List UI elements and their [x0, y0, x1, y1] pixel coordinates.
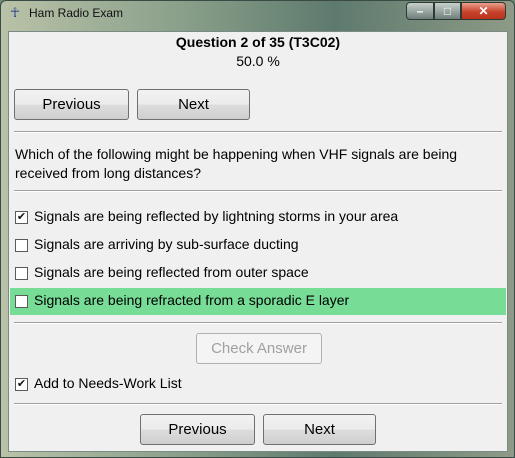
answer-option-1[interactable]: ✔ Signals are being reflected by lightni… [10, 204, 506, 231]
next-button-top[interactable]: Next [137, 89, 250, 120]
close-button[interactable]: ✕ [461, 2, 506, 20]
checkbox[interactable]: ✔ [15, 211, 28, 224]
answer-label: Signals are being refracted from a spora… [34, 292, 350, 308]
needs-work-label: Add to Needs-Work List [34, 375, 182, 391]
answer-label: Signals are being reflected from outer s… [34, 264, 309, 280]
checkbox[interactable] [15, 239, 28, 252]
check-answer-button[interactable]: Check Answer [196, 333, 322, 364]
app-window: ☥ Ham Radio Exam – □ ✕ Question 2 of 35 … [0, 0, 515, 458]
answer-option-3[interactable]: Signals are being reflected from outer s… [10, 260, 506, 287]
answer-label: Signals are arriving by sub-surface duct… [34, 236, 299, 252]
checkbox[interactable]: ✔ [15, 378, 28, 391]
score-percent: 50.0 % [236, 53, 280, 69]
divider [14, 403, 502, 405]
needs-work-option[interactable]: ✔ Add to Needs-Work List [10, 371, 506, 398]
title-bar[interactable]: ☥ Ham Radio Exam – □ ✕ [1, 1, 514, 25]
main-panel: Question 2 of 35 (T3C02) 50.0 % Previous… [8, 31, 508, 452]
window-title: Ham Radio Exam [29, 6, 124, 20]
maximize-button[interactable]: □ [434, 2, 461, 20]
checkbox[interactable] [15, 267, 28, 280]
next-button-bottom[interactable]: Next [263, 414, 376, 445]
previous-button-bottom[interactable]: Previous [140, 414, 255, 445]
previous-button-top[interactable]: Previous [14, 89, 129, 120]
divider [14, 322, 502, 324]
answer-label: Signals are being reflected by lightning… [34, 208, 399, 224]
antenna-icon: ☥ [10, 5, 20, 20]
answer-option-4[interactable]: Signals are being refracted from a spora… [10, 288, 506, 315]
divider [14, 190, 502, 192]
minimize-button[interactable]: – [406, 2, 434, 20]
question-number: Question 2 of 35 (T3C02) [175, 34, 341, 50]
answer-option-2[interactable]: Signals are arriving by sub-surface duct… [10, 232, 506, 259]
question-text: Which of the following might be happenin… [15, 146, 458, 181]
checkbox[interactable] [15, 295, 28, 308]
divider [14, 131, 502, 133]
